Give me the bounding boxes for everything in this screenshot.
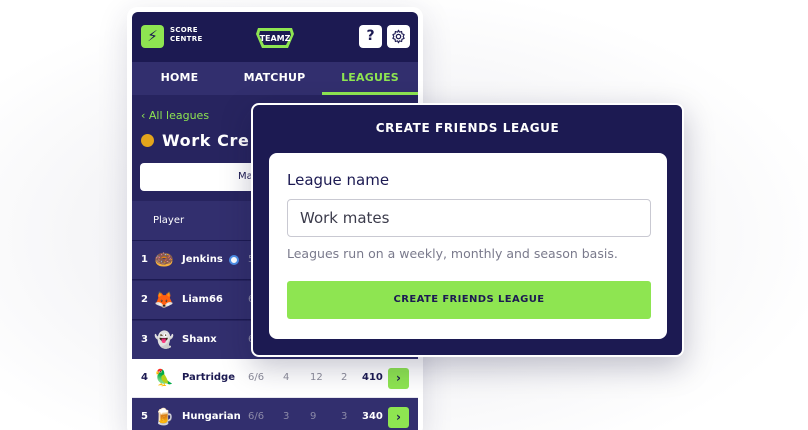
row-name: Hungarian	[182, 411, 241, 422]
beer-icon: 🍺	[154, 407, 174, 426]
back-link-label: All leagues	[148, 109, 210, 122]
row-name: Shanx	[182, 334, 217, 345]
fox-icon: 🦊	[154, 290, 174, 309]
gear-icon	[392, 29, 405, 44]
row-played: 6/6	[248, 411, 265, 422]
row-name: Partridge	[182, 372, 235, 383]
brand-line-2: CENTRE	[170, 35, 203, 43]
tab-leagues[interactable]: LEAGUES	[322, 62, 418, 95]
brand-name: SCORE CENTRE	[170, 26, 203, 44]
row-name: Jenkins	[182, 254, 223, 265]
row-rank: 5	[141, 411, 148, 422]
row-rank: 4	[141, 372, 148, 383]
tab-home[interactable]: HOME	[132, 62, 227, 95]
brand-line-1: SCORE	[170, 26, 198, 34]
league-name-label: League name	[287, 171, 390, 189]
chevron-right-icon[interactable]: ›	[388, 368, 409, 389]
radio-indicator[interactable]	[229, 255, 239, 265]
stage: ⚡ SCORE CENTRE TEAMZ ? HOME MATCHUP LEAG…	[0, 0, 808, 430]
row-points: 410	[362, 372, 383, 383]
league-title-text: Work Cre	[162, 131, 250, 150]
league-name-input[interactable]: Work mates	[287, 199, 651, 237]
help-button[interactable]: ?	[359, 25, 382, 48]
help-label: ?	[366, 28, 375, 44]
row-stat-2: 12	[310, 372, 323, 383]
chevron-left-icon: ‹	[141, 109, 146, 122]
logo-text: TEAMZ	[260, 34, 291, 43]
modal-form: League name Work mates Leagues run on a …	[269, 153, 667, 339]
parrot-icon: 🦜	[154, 368, 174, 387]
table-row-highlighted[interactable]: 4 🦜 Partridge 6/6 4 12 2 410 ›	[132, 359, 418, 398]
row-stat-3: 2	[341, 372, 348, 383]
modal-title: CREATE FRIENDS LEAGUE	[375, 121, 560, 135]
ghost-icon: 👻	[154, 330, 174, 349]
tab-matchup[interactable]: MATCHUP	[227, 62, 322, 95]
row-points: 340	[362, 411, 383, 422]
row-stat-2: 9	[310, 411, 317, 422]
row-stat-1: 3	[283, 411, 290, 422]
create-league-modal: CREATE FRIENDS LEAGUE League name Work m…	[251, 103, 684, 357]
lightning-icon[interactable]: ⚡	[141, 25, 164, 48]
main-nav: HOME MATCHUP LEAGUES	[132, 62, 418, 95]
row-name: Liam66	[182, 294, 223, 305]
row-rank: 1	[141, 254, 148, 265]
medal-icon	[141, 134, 154, 147]
teamz-logo: TEAMZ	[256, 28, 294, 48]
table-row[interactable]: 5 🍺 Hungarian 6/6 3 9 3 340 ›	[132, 398, 418, 430]
column-player: Player	[153, 215, 185, 226]
settings-button[interactable]	[387, 25, 410, 48]
row-played: 6/6	[248, 372, 265, 383]
chevron-right-icon[interactable]: ›	[388, 407, 409, 428]
create-league-button[interactable]: CREATE FRIENDS LEAGUE	[287, 281, 651, 319]
league-name-help: Leagues run on a weekly, monthly and sea…	[287, 246, 618, 261]
row-rank: 2	[141, 294, 148, 305]
top-bar: ⚡ SCORE CENTRE TEAMZ ?	[132, 12, 418, 62]
league-title: Work Cre	[141, 131, 249, 150]
row-rank: 3	[141, 334, 148, 345]
row-stat-1: 4	[283, 372, 290, 383]
donut-icon: 🍩	[154, 250, 174, 269]
row-stat-3: 3	[341, 411, 348, 422]
back-link[interactable]: ‹ All leagues	[141, 109, 209, 122]
